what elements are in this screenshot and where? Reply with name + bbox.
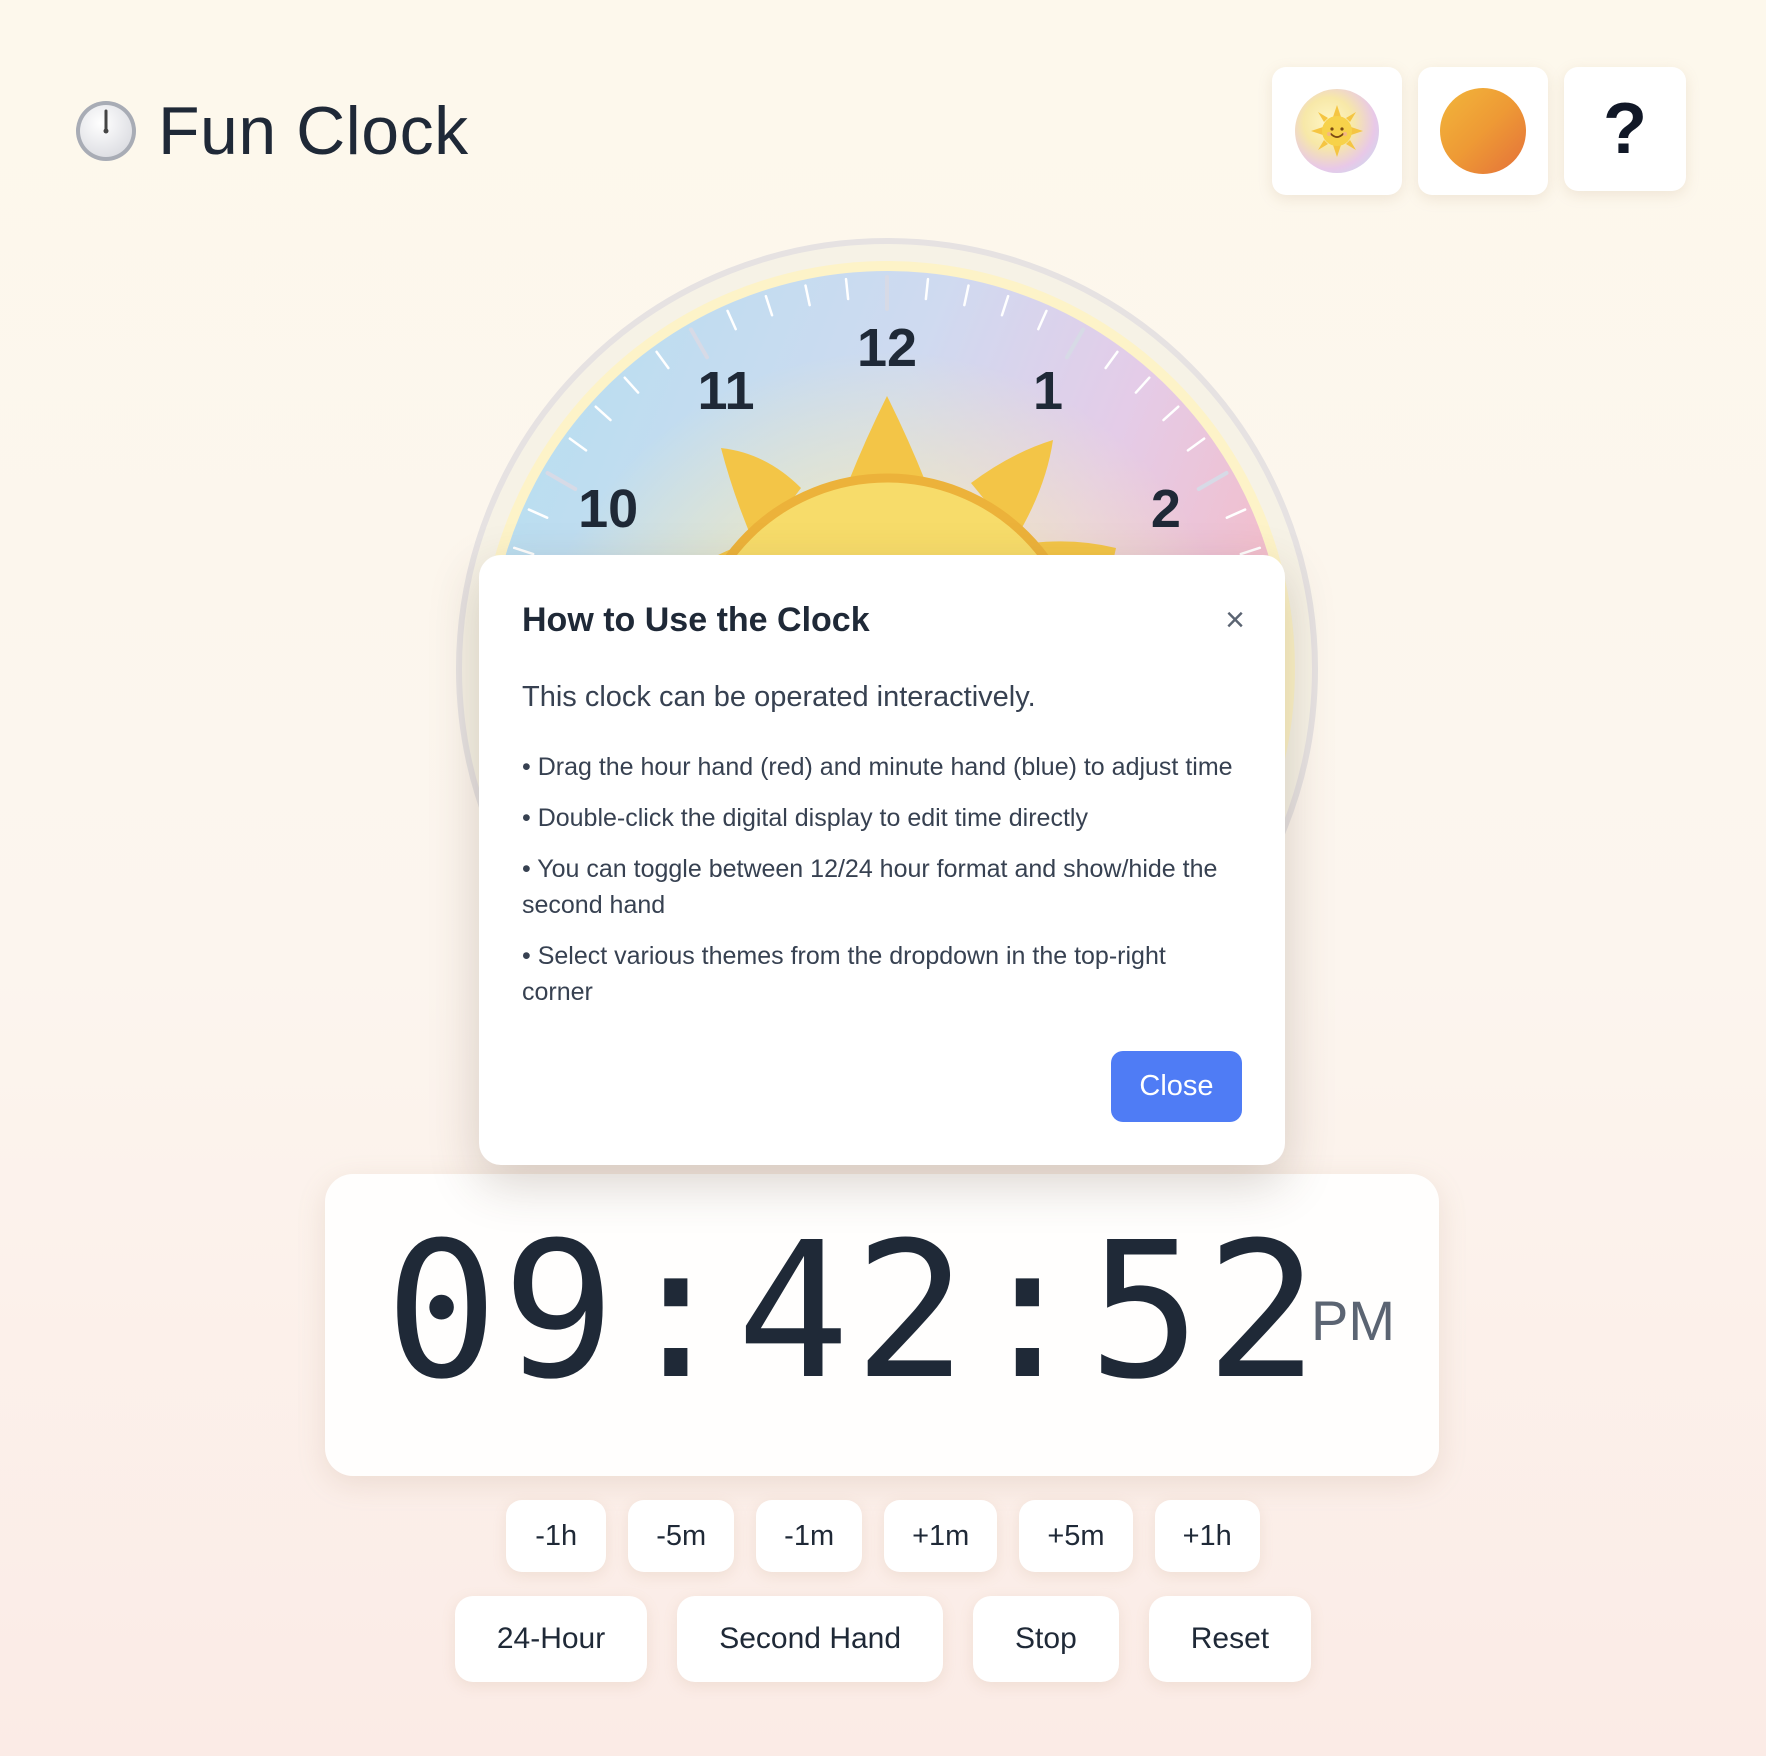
modal-title: How to Use the Clock [522, 601, 870, 639]
clock-number: 2 [1151, 479, 1181, 539]
top-controls: ? [1272, 67, 1686, 195]
app-title: Fun Clock [74, 92, 469, 170]
minus-1m-button[interactable]: -1m [756, 1500, 863, 1572]
instruction-list: • Drag the hour hand (red) and minute ha… [522, 749, 1242, 1025]
list-item: • Select various themes from the dropdow… [522, 942, 1166, 1006]
mode-buttons: 24-Hour Second Hand Stop Reset [0, 1596, 1766, 1682]
minus-1h-button[interactable]: -1h [506, 1500, 607, 1572]
list-item: • Drag the hour hand (red) and minute ha… [522, 753, 1233, 781]
digital-time[interactable]: 09:42:52 [385, 1218, 1322, 1406]
orange-color-icon [1440, 88, 1526, 174]
clock-number: 11 [697, 361, 754, 421]
24-hour-toggle-button[interactable]: 24-Hour [454, 1596, 648, 1682]
page-title: Fun Clock [158, 93, 469, 169]
stop-button[interactable]: Stop [973, 1596, 1119, 1682]
reset-button[interactable]: Reset [1148, 1596, 1312, 1682]
list-item: • Double-click the digital display to ed… [522, 804, 1088, 832]
digital-display[interactable]: 09:42:52 PM [325, 1174, 1439, 1476]
close-icon[interactable]: × [1225, 603, 1245, 637]
plus-1m-button[interactable]: +1m [884, 1500, 998, 1572]
color-select-button[interactable] [1418, 67, 1548, 195]
time-adjust-buttons: -1h -5m -1m +1m +5m +1h [0, 1500, 1766, 1572]
sun-theme-icon [1295, 89, 1379, 173]
clock-number: 10 [578, 479, 638, 539]
theme-select-button[interactable] [1272, 67, 1402, 195]
close-button[interactable]: Close [1111, 1051, 1242, 1122]
ampm-indicator: PM [1311, 1289, 1395, 1352]
clock-icon [76, 101, 136, 161]
clock-number: 1 [1033, 361, 1063, 421]
help-modal: How to Use the Clock × This clock can be… [479, 555, 1285, 1165]
plus-1h-button[interactable]: +1h [1154, 1500, 1260, 1572]
list-item: • You can toggle between 12/24 hour form… [522, 855, 1218, 919]
modal-intro: This clock can be operated interactively… [522, 681, 1036, 713]
help-button[interactable]: ? [1564, 67, 1686, 191]
minus-5m-button[interactable]: -5m [628, 1500, 735, 1572]
plus-5m-button[interactable]: +5m [1019, 1500, 1133, 1572]
help-icon: ? [1603, 89, 1647, 169]
second-hand-toggle-button[interactable]: Second Hand [677, 1596, 944, 1682]
clock-number: 12 [857, 318, 917, 378]
